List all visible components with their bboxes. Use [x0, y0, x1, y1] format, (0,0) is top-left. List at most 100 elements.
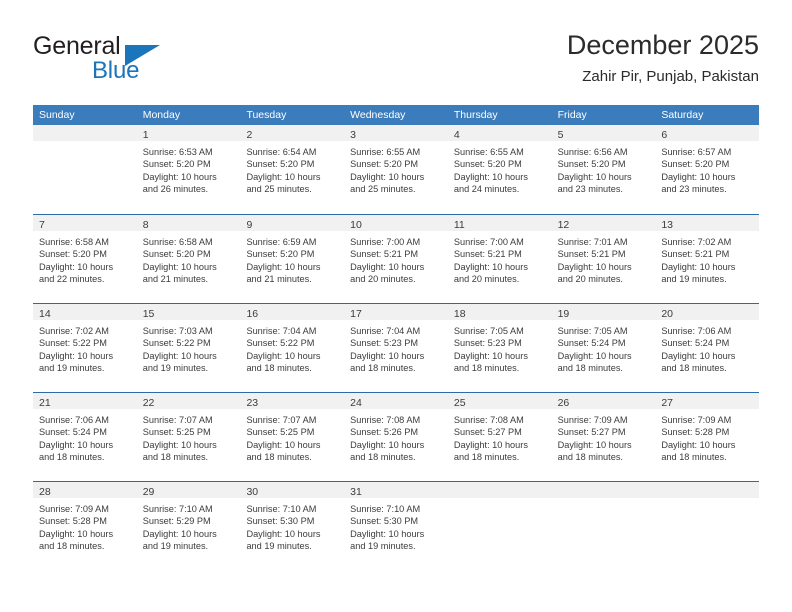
day-number-band: 7: [33, 215, 137, 231]
day-cell-7[interactable]: 7 Sunrise: 6:58 AM Sunset: 5:20 PM Daylight…: [33, 215, 137, 303]
day-detail-line: and 19 minutes.: [350, 541, 416, 552]
day-detail-line: Sunset: 5:20 PM: [246, 249, 315, 260]
day-cell-empty: [447, 482, 552, 570]
weekday-header-row: Sunday Monday Tuesday Wednesday Thursday Frid…: [33, 105, 759, 125]
day-number-band: 22: [136, 393, 241, 409]
day-number-band: 26: [551, 393, 656, 409]
day-cell-23[interactable]: 23 Sunrise: 7:07 AM Sunset: 5:25 PM Dayligh…: [240, 393, 345, 481]
day-cell-5[interactable]: 5 Sunrise: 6:56 AM Sunset: 5:20 PM Daylight…: [551, 125, 656, 214]
day-number-band: [655, 482, 760, 498]
day-details: Sunrise: 7:06 AM Sunset: 5:24 PM Daylight:…: [33, 409, 137, 464]
day-detail-line: Sunrise: 7:05 AM: [453, 326, 524, 336]
day-cell-26[interactable]: 26 Sunrise: 7:09 AM Sunset: 5:27 PM Dayligh…: [551, 393, 656, 481]
day-details: Sunrise: 6:58 AM Sunset: 5:20 PM Daylight:…: [137, 231, 241, 286]
day-detail-line: Sunset: 5:25 PM: [246, 427, 315, 438]
day-detail-line: Sunset: 5:21 PM: [557, 249, 626, 260]
day-cell-1[interactable]: 1 Sunrise: 6:53 AM Sunset: 5:20 PM Daylight…: [136, 125, 241, 214]
day-number: 24: [350, 397, 362, 409]
day-cell-3[interactable]: 3 Sunrise: 6:55 AM Sunset: 5:20 PM Daylight…: [344, 125, 448, 214]
day-detail-line: and 18 minutes.: [39, 452, 105, 463]
day-number-band: [33, 125, 137, 141]
day-number-band: 28: [33, 482, 137, 498]
day-detail-line: and 18 minutes.: [453, 452, 520, 463]
day-detail-line: and 24 minutes.: [453, 184, 520, 195]
day-detail-line: Sunset: 5:20 PM: [246, 159, 315, 170]
day-cell-17[interactable]: 17 Sunrise: 7:04 AM Sunset: 5:23 PM Dayligh…: [344, 304, 448, 392]
day-number-band: [447, 482, 552, 498]
day-cell-16[interactable]: 16 Sunrise: 7:04 AM Sunset: 5:22 PM Dayligh…: [240, 304, 345, 392]
day-detail-line: Sunrise: 7:10 AM: [142, 504, 213, 514]
day-cell-29[interactable]: 29 Sunrise: 7:10 AM Sunset: 5:29 PM Dayligh…: [136, 482, 241, 570]
day-details: Sunrise: 7:08 AM Sunset: 5:27 PM Daylight:…: [448, 409, 552, 464]
day-detail-line: Daylight: 10 hours: [246, 439, 321, 450]
day-number: 13: [661, 219, 673, 231]
day-detail-line: and 18 minutes.: [350, 363, 416, 374]
calendar-grid: Sunday Monday Tuesday Wednesday Thursday Frid…: [33, 105, 760, 570]
day-cell-27[interactable]: 27 Sunrise: 7:09 AM Sunset: 5:28 PM Dayligh…: [655, 393, 760, 481]
day-detail-line: Daylight: 10 hours: [39, 350, 114, 361]
day-cell-12[interactable]: 12 Sunrise: 7:01 AM Sunset: 5:21 PM Dayligh…: [551, 215, 656, 303]
day-cell-4[interactable]: 4 Sunrise: 6:55 AM Sunset: 5:20 PM Daylight…: [447, 125, 552, 214]
day-detail-line: and 18 minutes.: [246, 452, 312, 463]
day-details: Sunrise: 7:07 AM Sunset: 5:25 PM Daylight:…: [137, 409, 241, 464]
day-cell-30[interactable]: 30 Sunrise: 7:10 AM Sunset: 5:30 PM Dayligh…: [240, 482, 345, 570]
general-blue-logo[interactable]: General Blue: [33, 32, 243, 90]
day-number: 17: [350, 308, 362, 320]
day-cell-19[interactable]: 19 Sunrise: 7:05 AM Sunset: 5:24 PM Dayligh…: [551, 304, 656, 392]
day-detail-line: Daylight: 10 hours: [350, 261, 425, 272]
day-number: 14: [39, 308, 51, 320]
day-cell-13[interactable]: 13 Sunrise: 7:02 AM Sunset: 5:21 PM Dayligh…: [655, 215, 760, 303]
day-detail-line: Daylight: 10 hours: [453, 350, 528, 361]
weekday-header-tuesday: Tuesday: [246, 109, 287, 121]
day-number: 20: [661, 308, 673, 320]
day-details: Sunrise: 7:02 AM Sunset: 5:21 PM Daylight:…: [655, 231, 759, 286]
day-number-band: [551, 482, 656, 498]
day-detail-line: Daylight: 10 hours: [142, 171, 217, 182]
day-number: 10: [350, 219, 362, 231]
day-cell-18[interactable]: 18 Sunrise: 7:05 AM Sunset: 5:23 PM Dayligh…: [447, 304, 552, 392]
day-details: Sunrise: 7:05 AM Sunset: 5:24 PM Daylight:…: [552, 320, 656, 375]
day-detail-line: Sunrise: 7:06 AM: [39, 415, 109, 425]
day-cell-11[interactable]: 11 Sunrise: 7:00 AM Sunset: 5:21 PM Dayligh…: [447, 215, 552, 303]
day-cell-2[interactable]: 2 Sunrise: 6:54 AM Sunset: 5:20 PM Daylight…: [240, 125, 345, 214]
day-number: 6: [661, 129, 668, 141]
day-cell-empty: [655, 482, 760, 570]
day-number-band: 5: [551, 125, 656, 141]
day-cell-6[interactable]: 6 Sunrise: 6:57 AM Sunset: 5:20 PM Daylight…: [655, 125, 760, 214]
day-detail-line: Sunrise: 7:01 AM: [557, 237, 628, 247]
day-number-band: 29: [136, 482, 241, 498]
day-detail-line: Daylight: 10 hours: [661, 261, 736, 272]
day-cell-28[interactable]: 28 Sunrise: 7:09 AM Sunset: 5:28 PM Dayligh…: [33, 482, 137, 570]
day-number-band: 4: [447, 125, 552, 141]
day-cell-24[interactable]: 24 Sunrise: 7:08 AM Sunset: 5:26 PM Dayligh…: [344, 393, 448, 481]
day-cell-20[interactable]: 20 Sunrise: 7:06 AM Sunset: 5:24 PM Dayligh…: [655, 304, 760, 392]
day-details: Sunrise: 6:59 AM Sunset: 5:20 PM Daylight:…: [240, 231, 344, 286]
day-detail-line: Sunrise: 7:10 AM: [246, 504, 317, 514]
day-detail-line: Daylight: 10 hours: [246, 528, 321, 539]
day-cell-10[interactable]: 10 Sunrise: 7:00 AM Sunset: 5:21 PM Dayligh…: [344, 215, 448, 303]
day-number-band: 1: [136, 125, 241, 141]
day-detail-line: Sunrise: 7:04 AM: [350, 326, 421, 336]
day-cell-9[interactable]: 9 Sunrise: 6:59 AM Sunset: 5:20 PM Daylight…: [240, 215, 345, 303]
day-detail-line: Sunrise: 7:04 AM: [246, 326, 317, 336]
day-number: 22: [142, 397, 155, 409]
day-cell-22[interactable]: 22 Sunrise: 7:07 AM Sunset: 5:25 PM Dayligh…: [136, 393, 241, 481]
day-detail-line: Sunset: 5:24 PM: [557, 338, 626, 349]
day-detail-line: Sunset: 5:20 PM: [142, 249, 211, 260]
day-cell-31[interactable]: 31 Sunrise: 7:10 AM Sunset: 5:30 PM Dayligh…: [344, 482, 448, 570]
day-detail-line: and 19 minutes.: [142, 363, 209, 374]
day-detail-line: Sunrise: 7:00 AM: [350, 237, 421, 247]
day-detail-line: Sunset: 5:30 PM: [350, 516, 419, 527]
day-number: 11: [453, 219, 465, 231]
day-number-band: 9: [240, 215, 345, 231]
day-cell-15[interactable]: 15 Sunrise: 7:03 AM Sunset: 5:22 PM Dayligh…: [136, 304, 241, 392]
day-cell-8[interactable]: 8 Sunrise: 6:58 AM Sunset: 5:20 PM Daylight…: [136, 215, 241, 303]
day-cell-25[interactable]: 25 Sunrise: 7:08 AM Sunset: 5:27 PM Dayligh…: [447, 393, 552, 481]
day-cell-14[interactable]: 14 Sunrise: 7:02 AM Sunset: 5:22 PM Dayligh…: [33, 304, 137, 392]
day-detail-line: and 23 minutes.: [661, 184, 727, 195]
day-number-band: 21: [33, 393, 137, 409]
day-cell-21[interactable]: 21 Sunrise: 7:06 AM Sunset: 5:24 PM Dayligh…: [33, 393, 137, 481]
day-number-band: 10: [344, 215, 448, 231]
day-detail-line: Sunrise: 7:02 AM: [661, 237, 732, 247]
day-details: Sunrise: 7:09 AM Sunset: 5:28 PM Daylight:…: [33, 498, 137, 553]
